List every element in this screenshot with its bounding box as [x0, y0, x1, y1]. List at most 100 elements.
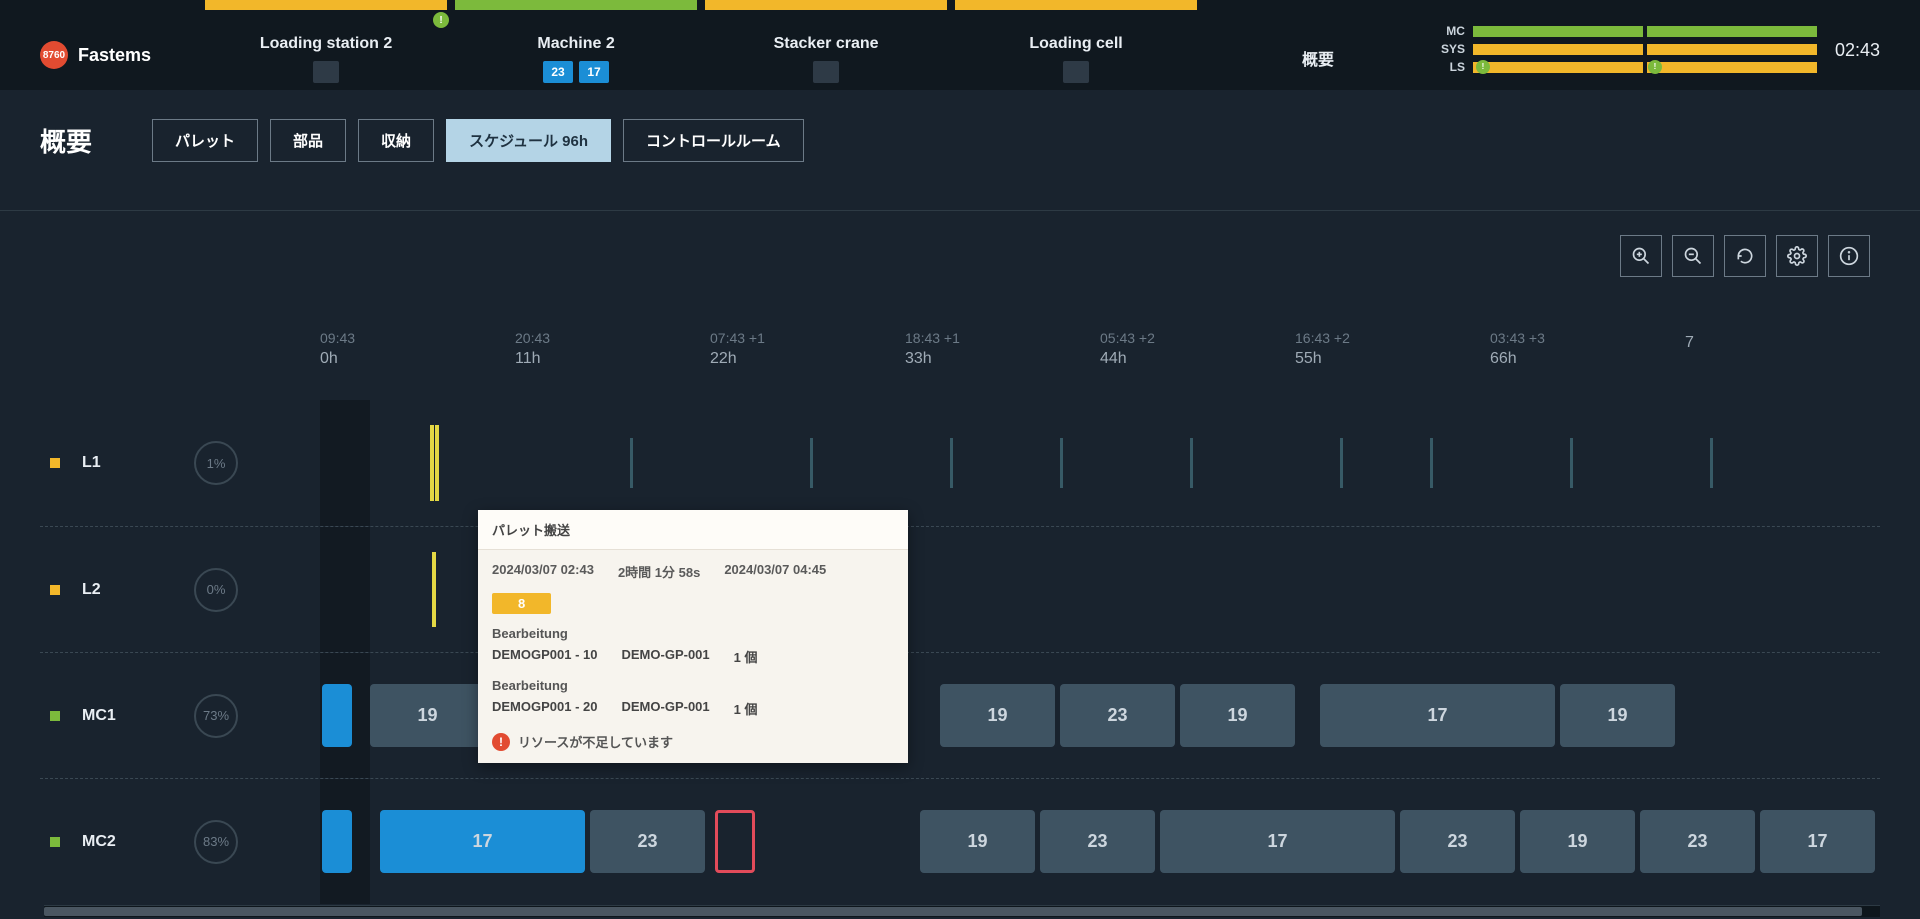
- task-tick[interactable]: [1340, 438, 1343, 488]
- settings-icon[interactable]: [1776, 235, 1818, 277]
- time-column: 20:4311h: [515, 330, 710, 384]
- time-column: 7: [1685, 330, 1880, 384]
- task-block[interactable]: 19: [370, 684, 485, 747]
- tooltip-cell: DEMOGP001 - 20: [492, 699, 598, 718]
- row-header: L11%: [40, 441, 320, 485]
- task-block[interactable]: 19: [1520, 810, 1635, 873]
- row-name: L2: [82, 581, 132, 599]
- tooltip-section-heading: Bearbeitung: [492, 678, 894, 693]
- nav-tab[interactable]: コントロールルーム: [623, 119, 804, 162]
- schedule-row: MC283%172319231723192317: [40, 778, 1880, 904]
- task-block[interactable]: 23: [1040, 810, 1155, 873]
- station-title: Machine 2: [537, 35, 614, 53]
- station-col[interactable]: !Loading station 2: [201, 0, 451, 90]
- status-row: MC: [1435, 24, 1817, 38]
- station-col[interactable]: Stacker crane: [701, 0, 951, 90]
- horizontal-scrollbar[interactable]: [44, 905, 1880, 917]
- top-overview-label[interactable]: 概要: [1201, 0, 1435, 90]
- task-tick[interactable]: [1190, 438, 1193, 488]
- task-block[interactable]: 23: [1640, 810, 1755, 873]
- station-title: Stacker crane: [774, 35, 879, 53]
- task-block[interactable]: 23: [1400, 810, 1515, 873]
- task-tick[interactable]: [1710, 438, 1713, 488]
- error-icon: !: [492, 733, 510, 751]
- time-column: 09:430h: [320, 330, 515, 384]
- nav-tab[interactable]: 部品: [270, 119, 346, 162]
- task-tick[interactable]: [435, 425, 439, 501]
- topbar: 8760 Fastems !Loading station 2Machine 2…: [0, 0, 1920, 90]
- task-tick[interactable]: [1060, 438, 1063, 488]
- tooltip-cell: DEMOGP001 - 10: [492, 647, 598, 666]
- tooltip-end: 2024/03/07 04:45: [724, 562, 826, 581]
- utilization-gauge: 1%: [194, 441, 238, 485]
- clock: 02:43: [1835, 0, 1880, 90]
- station-badges: 2317: [543, 61, 609, 83]
- task-block[interactable]: 17: [1760, 810, 1875, 873]
- task-block[interactable]: 17: [1160, 810, 1395, 873]
- row-track[interactable]: [320, 400, 1880, 526]
- station-col[interactable]: Machine 2 2317: [451, 0, 701, 90]
- time-offset: 66h: [1490, 350, 1685, 368]
- tooltip-sections: Bearbeitung DEMOGP001 - 10DEMO-GP-0011 個 B…: [492, 626, 894, 718]
- status-row: SYS: [1435, 42, 1817, 56]
- station-badge: 23: [543, 61, 573, 83]
- status-dot-icon: [50, 837, 60, 847]
- scrollbar-thumb[interactable]: [44, 907, 1862, 916]
- station-status-bar: [455, 0, 697, 10]
- tooltip-error: ! リソースが不足しています: [492, 732, 894, 751]
- zoom-out-icon[interactable]: [1672, 235, 1714, 277]
- tooltip-duration: 2時間 1分 58s: [618, 562, 700, 581]
- task-block[interactable]: 17: [1320, 684, 1555, 747]
- status-bars: [1473, 44, 1817, 55]
- time-offset: 0h: [320, 350, 515, 368]
- zoom-in-icon[interactable]: [1620, 235, 1662, 277]
- task-block[interactable]: [322, 684, 352, 747]
- schedule-row: MC173%191923191719: [40, 652, 1880, 778]
- nav-tab[interactable]: パレット: [152, 119, 258, 162]
- navbar: 概要 パレット部品収納スケジュール 96hコントロールルーム: [0, 100, 1920, 180]
- nav-tab[interactable]: スケジュール 96h: [446, 119, 611, 162]
- status-bar: [1647, 62, 1817, 73]
- task-block[interactable]: 19: [940, 684, 1055, 747]
- tooltip-section-row: DEMOGP001 - 10DEMO-GP-0011 個: [492, 647, 894, 666]
- divider: [0, 210, 1920, 211]
- task-block[interactable]: [322, 810, 352, 873]
- task-tick[interactable]: [430, 425, 434, 501]
- station-badges: [1063, 61, 1089, 83]
- tooltip-times: 2024/03/07 02:43 2時間 1分 58s 2024/03/07 0…: [492, 562, 894, 581]
- time-column: 07:43 +122h: [710, 330, 905, 384]
- nav-tab[interactable]: 収納: [358, 119, 434, 162]
- logo: 8760 Fastems: [40, 20, 151, 90]
- tooltip-error-text: リソースが不足しています: [518, 732, 673, 751]
- task-block[interactable]: [715, 810, 755, 873]
- task-tick[interactable]: [950, 438, 953, 488]
- tooltip-pallet-badge: 8: [492, 593, 551, 614]
- task-tick[interactable]: [1570, 438, 1573, 488]
- station-badge-empty: [1063, 61, 1089, 83]
- refresh-icon[interactable]: [1724, 235, 1766, 277]
- schedule-row: L2 0%: [40, 526, 1880, 652]
- task-block[interactable]: 19: [1180, 684, 1295, 747]
- task-tick[interactable]: [630, 438, 633, 488]
- task-tick[interactable]: [1430, 438, 1433, 488]
- task-block[interactable]: 23: [590, 810, 705, 873]
- task-block[interactable]: 19: [920, 810, 1035, 873]
- utilization-gauge: 83%: [194, 820, 238, 864]
- task-block[interactable]: 23: [1060, 684, 1175, 747]
- task-block[interactable]: 17: [380, 810, 585, 873]
- tooltip-start: 2024/03/07 02:43: [492, 562, 594, 581]
- station-col[interactable]: Loading cell: [951, 0, 1201, 90]
- task-block[interactable]: 19: [1560, 684, 1675, 747]
- time-column: 05:43 +244h: [1100, 330, 1295, 384]
- row-header: L2 0%: [40, 568, 320, 612]
- row-track[interactable]: 172319231723192317: [320, 779, 1880, 904]
- task-tick[interactable]: [432, 552, 436, 627]
- utilization-gauge: 0%: [194, 568, 238, 612]
- time-stamp: 05:43 +2: [1100, 330, 1295, 346]
- task-tick[interactable]: [810, 438, 813, 488]
- tooltip-section-heading: Bearbeitung: [492, 626, 894, 641]
- alert-icon: !: [433, 12, 449, 28]
- station-status-bar: [205, 0, 447, 10]
- status-label: SYS: [1435, 42, 1465, 56]
- info-icon[interactable]: [1828, 235, 1870, 277]
